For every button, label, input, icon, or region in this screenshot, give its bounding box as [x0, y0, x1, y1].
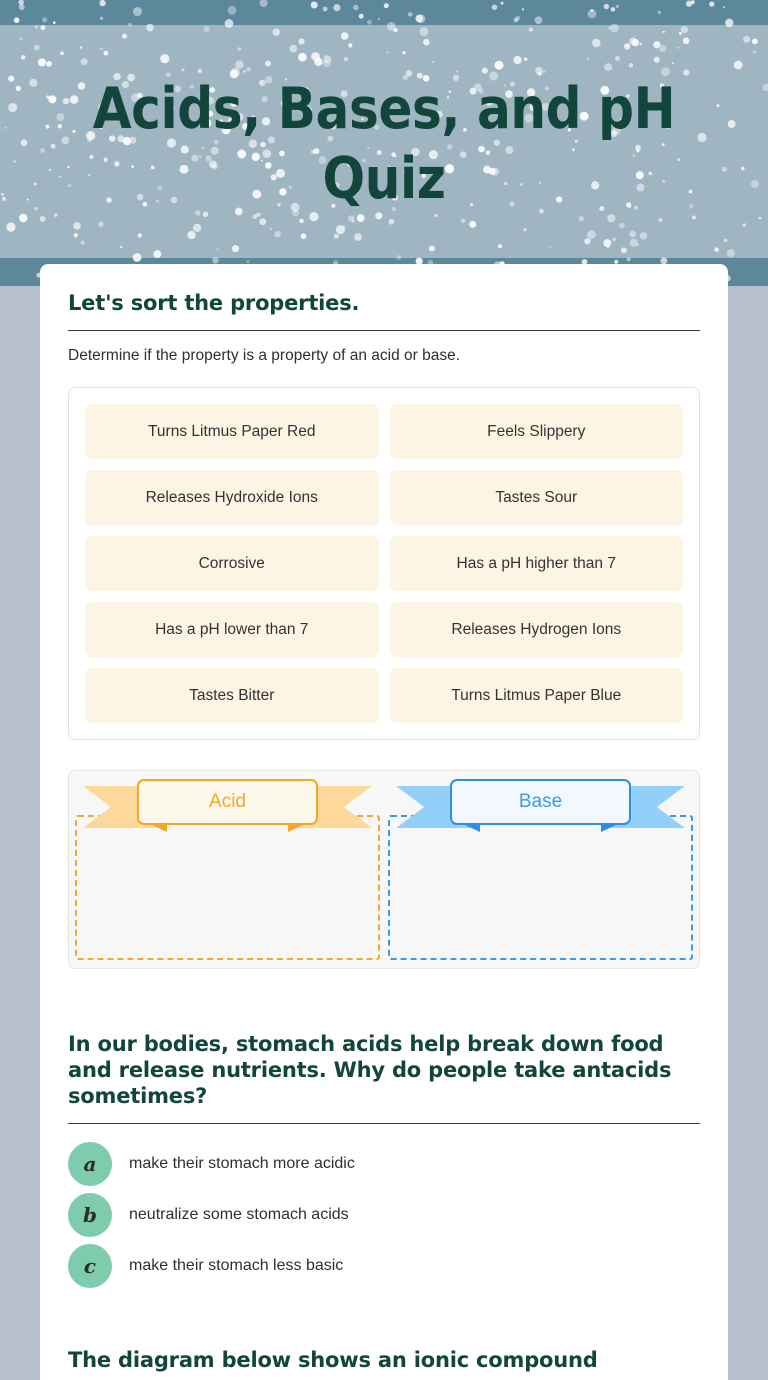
sort-question-section: Let's sort the properties. Determine if …	[40, 264, 728, 969]
drop-column-acid: Acid	[75, 779, 380, 960]
property-tile[interactable]: Turns Litmus Paper Red	[85, 404, 379, 459]
property-tile[interactable]: Has a pH lower than 7	[85, 602, 379, 657]
drop-column-base: Base	[388, 779, 693, 960]
choice-text: make their stomach more acidic	[129, 1154, 355, 1172]
sort-question-instruction: Determine if the property is a property …	[68, 347, 461, 364]
choice-text: neutralize some stomach acids	[129, 1205, 349, 1223]
mcq-question-prompt: In our bodies, stomach acids help break …	[68, 1032, 672, 1108]
choice-letter-badge[interactable]: b	[68, 1192, 112, 1237]
property-tile[interactable]: Releases Hydrogen Ions	[389, 602, 683, 657]
mcq-choice-c[interactable]: c make their stomach less basic	[68, 1240, 700, 1291]
choice-letter-badge[interactable]: c	[68, 1243, 112, 1288]
quiz-sheet: Let's sort the properties. Determine if …	[40, 264, 728, 1380]
header-top-band	[0, 0, 768, 25]
choice-letter-badge[interactable]: a	[68, 1141, 112, 1186]
mcq-question-section: In our bodies, stomach acids help break …	[40, 1031, 728, 1291]
quiz-page: Acids, Bases, and pH Quiz Let's sort the…	[0, 0, 768, 1380]
property-tile[interactable]: Releases Hydroxide Ions	[85, 470, 379, 525]
mcq-choice-a[interactable]: a make their stomach more acidic	[68, 1138, 700, 1189]
page-header: Acids, Bases, and pH Quiz	[0, 0, 768, 286]
page-title: Acids, Bases, and pH Quiz	[92, 76, 676, 212]
property-tile[interactable]: Tastes Sour	[389, 470, 683, 525]
base-dropzone[interactable]	[388, 815, 693, 960]
mcq-choice-list: a make their stomach more acidic b neutrali…	[68, 1124, 700, 1291]
property-tile[interactable]: Turns Litmus Paper Blue	[389, 668, 683, 723]
choice-text: make their stomach less basic	[129, 1256, 344, 1274]
property-tile-grid: Turns Litmus Paper Red Feels Slippery Rele…	[85, 404, 683, 723]
next-question-section: The diagram below shows an ionic compoun…	[40, 1347, 728, 1380]
next-question-prompt: The diagram below shows an ionic compoun…	[68, 1348, 598, 1372]
property-tile[interactable]: Tastes Bitter	[85, 668, 379, 723]
acid-dropzone[interactable]	[75, 815, 380, 960]
sort-question-title: Let's sort the properties.	[68, 291, 360, 315]
category-drop-panel: Acid Base	[68, 770, 700, 969]
mcq-choice-b[interactable]: b neutralize some stomach acids	[68, 1189, 700, 1240]
property-tile[interactable]: Has a pH higher than 7	[389, 536, 683, 591]
property-tile[interactable]: Feels Slippery	[389, 404, 683, 459]
property-tile[interactable]: Corrosive	[85, 536, 379, 591]
property-tile-panel: Turns Litmus Paper Red Feels Slippery Rele…	[68, 387, 700, 740]
